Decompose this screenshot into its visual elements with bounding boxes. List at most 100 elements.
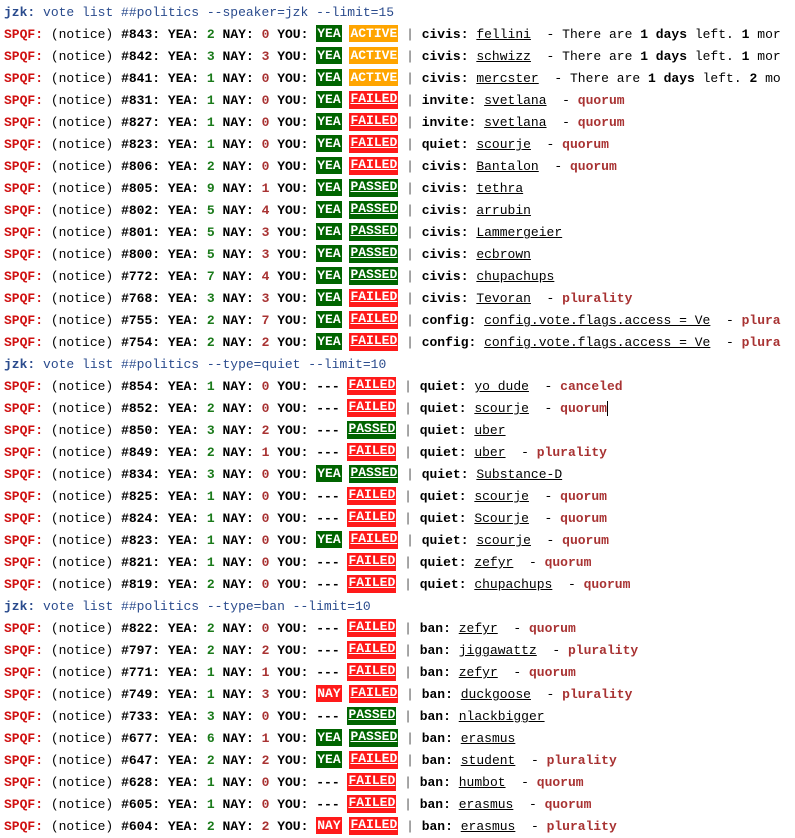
bot-nick: SPQF:: [4, 225, 44, 240]
you-label: YOU:: [277, 27, 309, 42]
vote-target-link[interactable]: config.vote.flags.access = Ve: [484, 313, 710, 328]
vote-target-link[interactable]: humbot: [459, 775, 506, 790]
vote-target-link[interactable]: erasmus: [459, 797, 514, 812]
vote-target-link[interactable]: zefyr: [474, 555, 513, 570]
notice-label: (notice): [50, 533, 114, 548]
vote-type: civis:: [421, 71, 469, 86]
fail-reason: plura: [741, 313, 781, 328]
vote-row: SPQF: (notice) #819: YEA: 2 NAY: 0 YOU: …: [4, 574, 631, 593]
vote-type: ban:: [419, 797, 451, 812]
vote-target-link[interactable]: chupachups: [474, 577, 552, 592]
vote-id: #797:: [121, 643, 161, 658]
status-badge: FAILED: [349, 530, 399, 549]
vote-target-link[interactable]: ecbrown: [476, 247, 531, 262]
nay-label: NAY:: [222, 577, 254, 592]
separator: |: [404, 489, 412, 504]
fail-reason: plurality: [562, 687, 633, 702]
fail-reason: quorum: [562, 137, 609, 152]
your-vote-badge: YEA: [316, 179, 342, 197]
vote-target-link[interactable]: yo_dude: [474, 379, 529, 394]
vote-row: SPQF: (notice) #825: YEA: 1 NAY: 0 YOU: …: [4, 486, 607, 505]
separator: |: [404, 423, 412, 438]
you-label: YOU:: [277, 313, 309, 328]
nay-count: 0: [261, 159, 270, 174]
vote-target-link[interactable]: scourje: [474, 489, 529, 504]
vote-target-link[interactable]: jiggawattz: [459, 643, 537, 658]
vote-type: ban:: [421, 753, 453, 768]
vote-id: #821:: [121, 555, 161, 570]
vote-target-link[interactable]: Bantalon: [476, 159, 538, 174]
bot-nick: SPQF:: [4, 489, 44, 504]
vote-target-link[interactable]: fellini: [476, 27, 531, 42]
vote-target-link[interactable]: svetlana: [484, 93, 546, 108]
yea-count: 2: [206, 445, 215, 460]
notice-label: (notice): [50, 247, 114, 262]
you-label: YOU:: [277, 269, 309, 284]
vote-id: #802:: [121, 203, 161, 218]
notice-label: (notice): [50, 423, 114, 438]
yea-label: YEA:: [167, 335, 200, 350]
vote-target-link[interactable]: Tevoran: [476, 291, 531, 306]
vote-target-link[interactable]: arrubin: [476, 203, 531, 218]
nay-label: NAY:: [222, 225, 254, 240]
nay-count: 0: [261, 115, 270, 130]
time-left-text: There are: [562, 27, 633, 42]
vote-target-link[interactable]: mercster: [476, 71, 538, 86]
vote-row: SPQF: (notice) #647: YEA: 2 NAY: 2 YOU: …: [4, 750, 617, 769]
separator: |: [404, 797, 412, 812]
notice-label: (notice): [50, 159, 114, 174]
your-vote-badge: ---: [316, 775, 340, 790]
vote-target-link[interactable]: Scourje: [474, 511, 529, 526]
vote-target-link[interactable]: config.vote.flags.access = Ve: [484, 335, 710, 350]
vote-target-link[interactable]: nlackbigger: [459, 709, 545, 724]
your-vote-badge: ---: [316, 379, 340, 394]
vote-row: SPQF: (notice) #854: YEA: 1 NAY: 0 YOU: …: [4, 376, 623, 395]
you-label: YOU:: [277, 115, 309, 130]
fail-reason: plurality: [567, 643, 639, 658]
bot-nick: SPQF:: [4, 687, 44, 702]
vote-id: #677:: [121, 731, 161, 746]
vote-target-link[interactable]: student: [461, 753, 516, 768]
vote-target-link[interactable]: duckgoose: [461, 687, 531, 702]
you-label: YOU:: [277, 533, 309, 548]
vote-target-link[interactable]: scourje: [476, 137, 531, 152]
separator: |: [404, 621, 412, 636]
yea-label: YEA:: [167, 533, 200, 548]
separator: |: [406, 203, 414, 218]
vote-type: ban:: [419, 643, 451, 658]
vote-type: civis:: [421, 247, 469, 262]
vote-target-link[interactable]: Lammergeier: [476, 225, 562, 240]
your-vote-badge: YEA: [316, 289, 342, 307]
yea-label: YEA:: [167, 181, 200, 196]
vote-target-link[interactable]: zefyr: [459, 621, 498, 636]
vote-target-link[interactable]: scourje: [476, 533, 531, 548]
your-vote-badge: ---: [316, 511, 340, 526]
you-label: YOU:: [277, 687, 309, 702]
separator: |: [406, 137, 414, 152]
vote-target-link[interactable]: scourje: [474, 401, 529, 416]
your-vote-badge: ---: [316, 643, 340, 658]
vote-type: quiet:: [419, 555, 467, 570]
fail-reason: quorum: [583, 577, 631, 592]
vote-id: #755:: [121, 313, 161, 328]
votes-needed: 1: [741, 27, 750, 42]
vote-target-link[interactable]: uber: [474, 423, 505, 438]
text-cursor: [606, 401, 608, 417]
vote-target-link[interactable]: schwizz: [476, 49, 531, 64]
nay-count: 0: [261, 467, 270, 482]
vote-id: #827:: [121, 115, 161, 130]
vote-target-link[interactable]: chupachups: [476, 269, 554, 284]
vote-target-link[interactable]: zefyr: [459, 665, 498, 680]
status-badge: PASSED: [347, 420, 397, 439]
vote-target-link[interactable]: tethra: [476, 181, 523, 196]
vote-target-link[interactable]: uber: [474, 445, 505, 460]
vote-target-link[interactable]: erasmus: [461, 731, 516, 746]
vote-target-link[interactable]: erasmus: [461, 819, 516, 834]
vote-id: #605:: [121, 797, 161, 812]
vote-target-link[interactable]: svetlana: [484, 115, 546, 130]
vote-type: ban:: [419, 709, 451, 724]
your-vote-badge: ---: [316, 445, 340, 460]
vote-target-link[interactable]: Substance-D: [476, 467, 562, 482]
fail-reason: quorum: [544, 555, 592, 570]
vote-id: #850:: [121, 423, 161, 438]
